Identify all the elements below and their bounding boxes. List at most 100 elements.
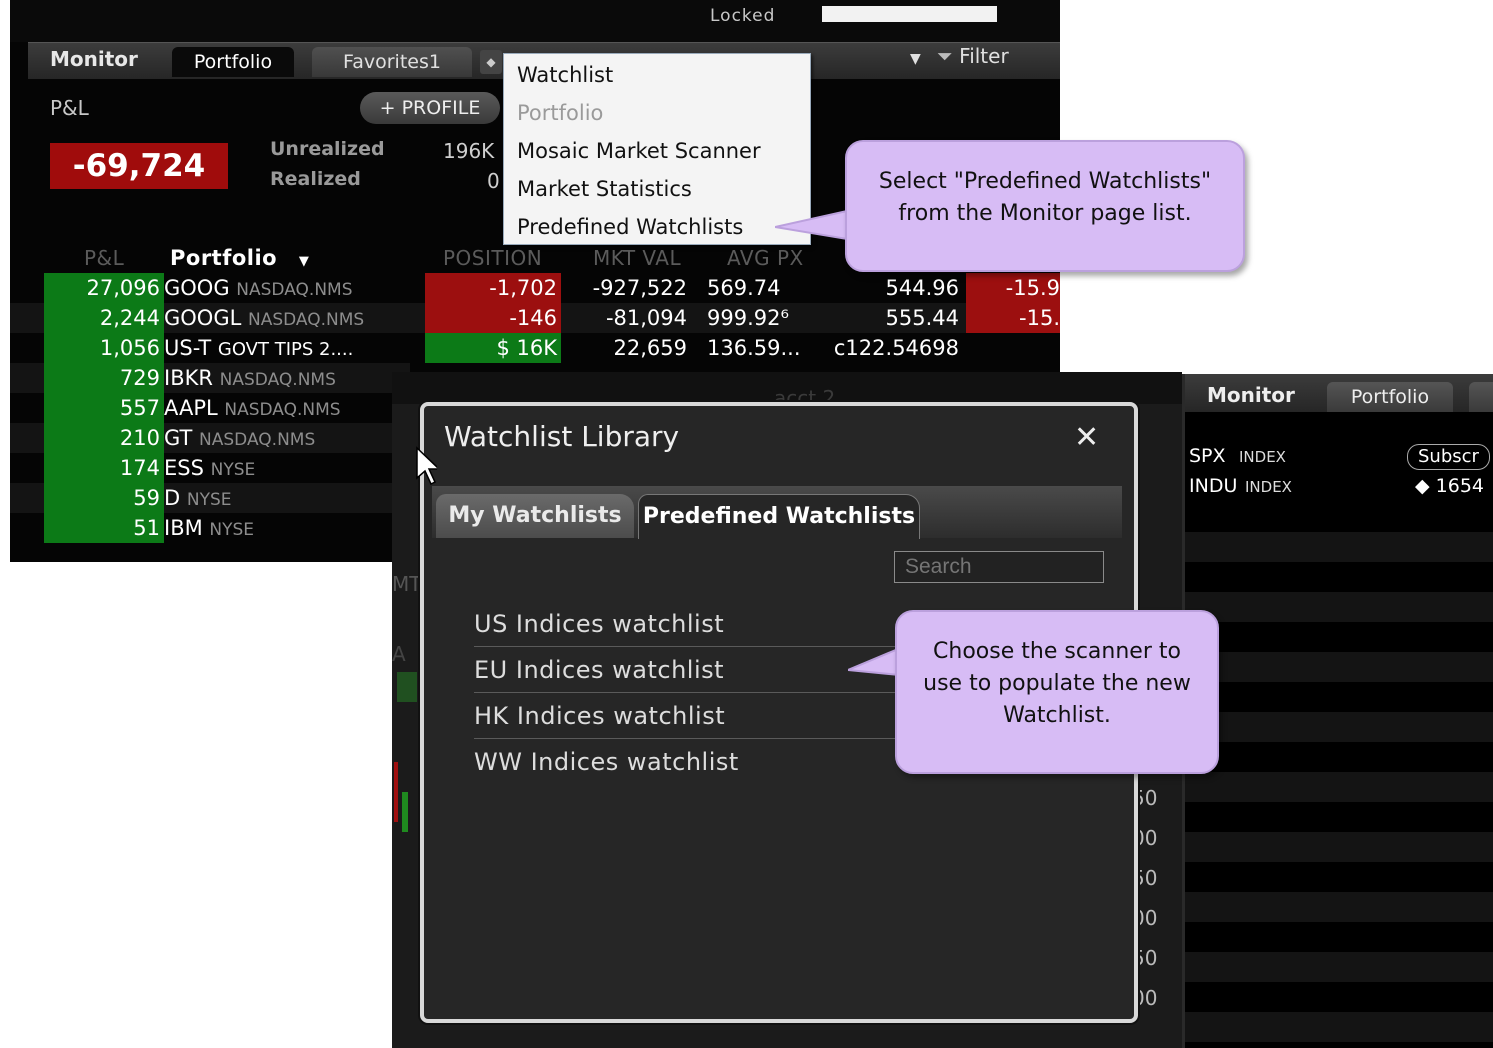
menu-item-market-statistics[interactable]: Market Statistics [517, 170, 692, 208]
monitor-page-list-menu: Watchlist Portfolio Mosaic Market Scanne… [503, 53, 811, 245]
mkt-val-cell: -927,522 [592, 276, 687, 300]
menu-item-predefined-watchlists[interactable]: Predefined Watchlists [517, 208, 743, 246]
table-row[interactable]: 210 GT NASDAQ.NMS [10, 423, 410, 453]
empty-row [1185, 532, 1493, 562]
callout-pointer [775, 209, 848, 241]
realized-value: 0 [487, 169, 500, 193]
col-header-portfolio[interactable]: Portfolio ▼ [170, 246, 309, 270]
partial-label-2: A [392, 642, 406, 666]
exchange: NYSE [210, 460, 256, 480]
right-tab-portfolio[interactable]: Portfolio [1327, 382, 1453, 412]
empty-row [1185, 652, 1493, 682]
chart-candle [397, 672, 417, 702]
pnl-cell: 27,096 [44, 273, 164, 303]
monitor-label: Monitor [50, 47, 138, 71]
avg-px-cell: 569.74 [707, 276, 781, 300]
symbol: D [164, 486, 181, 510]
locked-label: Locked [710, 6, 776, 26]
symbol-cell: US-T GOVT TIPS 2.... [164, 333, 426, 363]
empty-row [1185, 772, 1493, 802]
table-row[interactable]: SPX INDEX Subscr [1185, 442, 1493, 472]
symbol: GT [164, 426, 193, 450]
mouse-cursor-icon [416, 446, 437, 486]
subscribe-button[interactable]: Subscr [1407, 444, 1490, 470]
symbol: INDU [1189, 475, 1238, 497]
symbol-type: INDEX [1245, 478, 1292, 496]
symbol-cell: GT NASDAQ.NMS [164, 423, 426, 453]
filter-icon: ⏷ [936, 44, 953, 68]
position-cell: -1,702 [425, 273, 561, 303]
pnl-cell: 2,244 [44, 303, 164, 333]
pnl-cell: 174 [44, 453, 164, 483]
pl-total-value: -69,724 [50, 143, 228, 189]
tab-portfolio[interactable]: Portfolio [172, 47, 294, 77]
menu-item-watchlist[interactable]: Watchlist [517, 56, 613, 94]
last-price-cell: 555.44 [885, 306, 959, 330]
pnl-cell: 210 [44, 423, 164, 453]
symbol: GOOGL [164, 306, 242, 330]
menu-item-portfolio: Portfolio [517, 101, 604, 125]
menu-item-mosaic-market-scanner[interactable]: Mosaic Market Scanner [517, 132, 761, 170]
mkt-val-cell: 22,659 [613, 336, 687, 360]
filter-button[interactable]: ▼ ⏷ Filter [910, 44, 1009, 68]
symbol-type: INDEX [1239, 448, 1286, 466]
symbol-cell: GOOG NASDAQ.NMS [164, 273, 426, 303]
table-row[interactable]: 51 IBM NYSE [10, 513, 410, 543]
symbol: AAPL [164, 396, 218, 420]
table-row[interactable]: INDU INDEX ◆ 1654 [1185, 472, 1493, 502]
table-row[interactable]: 27,096 GOOG NASDAQ.NMS -1,702 -927,522 5… [10, 273, 1060, 303]
index-value: ◆ 1654 [1415, 475, 1485, 497]
exchange: NASDAQ.NMS [219, 370, 336, 390]
symbol: IBKR [164, 366, 213, 390]
symbol-cell: GOOGL NASDAQ.NMS [164, 303, 426, 333]
col-header-mkt-val[interactable]: MKT VAL [593, 246, 681, 270]
dialog-title: Watchlist Library [444, 420, 680, 453]
table-row[interactable]: 59 D NYSE [10, 483, 410, 513]
empty-row [1185, 592, 1493, 622]
exchange: NASDAQ.NMS [236, 280, 353, 300]
symbol-cell: D NYSE [164, 483, 426, 513]
tab-favorites1[interactable]: Favorites1 [312, 47, 472, 77]
unrealized-value: 196K [443, 139, 495, 163]
right-tab-next[interactable] [1469, 382, 1493, 412]
table-row[interactable]: 2,244 GOOGL NASDAQ.NMS -146 -81,094 999.… [10, 303, 1060, 333]
locked-input[interactable] [822, 6, 997, 22]
table-row[interactable]: 174 ESS NYSE [10, 453, 410, 483]
position-cell: -146 [425, 303, 561, 333]
search-input[interactable] [894, 551, 1104, 583]
unrealized-label: Unrealized [270, 138, 385, 160]
avg-px-cell: 136.59... [707, 336, 801, 360]
callout-text: Choose the scanner to use to populate th… [923, 639, 1191, 728]
chevron-down-icon[interactable]: ▼ [299, 254, 310, 269]
chevron-down-icon[interactable]: ▼ [910, 51, 921, 67]
empty-row [1185, 712, 1493, 742]
portfolio-header-label: Portfolio [170, 246, 278, 270]
col-header-pnl[interactable]: P&L [84, 246, 124, 270]
tab-predefined-watchlists[interactable]: Predefined Watchlists [638, 494, 920, 539]
list-item-hk-indices[interactable]: HK Indices watchlist [474, 694, 934, 739]
mkt-val-cell: -81,094 [605, 306, 687, 330]
col-header-avg-px[interactable]: AVG PX [727, 246, 804, 270]
chart-candle [402, 792, 408, 832]
table-row[interactable]: 1,056 US-T GOVT TIPS 2.... $ 16K 22,659 … [10, 333, 1060, 363]
monitor-panel-right: Monitor Portfolio SPX INDEX Subscr INDU … [1182, 374, 1493, 1048]
callout-text: Select "Predefined Watchlists" from the … [878, 169, 1212, 226]
col-header-position[interactable]: POSITION [443, 246, 542, 270]
symbol-cell: IBKR NASDAQ.NMS [164, 363, 426, 393]
exchange: NYSE [186, 490, 232, 510]
symbol-cell: AAPL NASDAQ.NMS [164, 393, 426, 423]
tab-my-watchlists[interactable]: My Watchlists [436, 494, 634, 538]
symbol: SPX [1189, 445, 1226, 467]
last-price-cell: 544.96 [885, 276, 959, 300]
pnl-cell: 51 [44, 513, 164, 543]
exchange: NYSE [209, 520, 255, 540]
list-item-ww-indices[interactable]: WW Indices watchlist [474, 740, 934, 784]
profile-button[interactable]: + PROFILE [360, 92, 500, 124]
table-row[interactable]: 557 AAPL NASDAQ.NMS [10, 393, 410, 423]
page-list-arrow-icon[interactable]: ◆ [480, 50, 502, 74]
close-icon[interactable]: ✕ [1074, 420, 1099, 455]
table-row[interactable]: 729 IBKR NASDAQ.NMS [10, 363, 410, 393]
pnl-cell: 729 [44, 363, 164, 393]
change-cell: -15.9 [966, 273, 1060, 303]
symbol-cell: ESS NYSE [164, 453, 426, 483]
